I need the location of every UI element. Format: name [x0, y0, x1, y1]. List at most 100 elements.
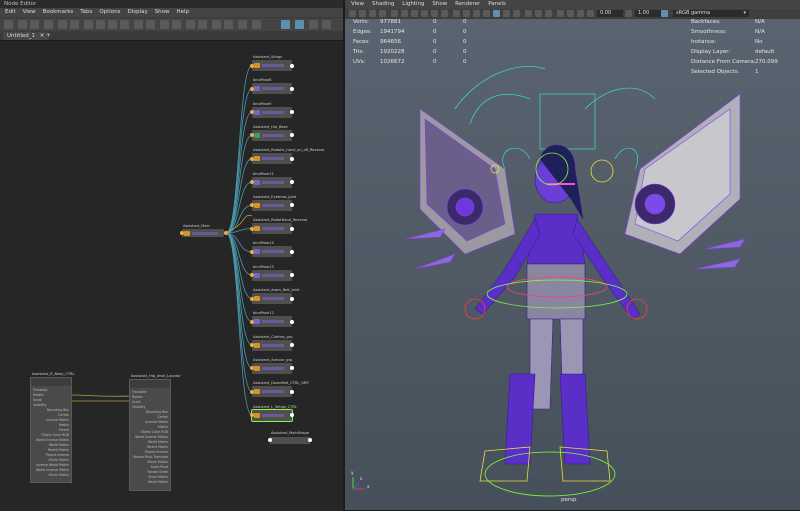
graph-node[interactable]: [252, 83, 292, 95]
image-plane-icon[interactable]: [379, 10, 386, 17]
input-port[interactable]: [250, 319, 254, 324]
menu-bookmarks[interactable]: Bookmarks: [43, 8, 74, 17]
pin-icon[interactable]: [212, 20, 221, 29]
simple-mode-icon[interactable]: [96, 20, 105, 29]
graph-node[interactable]: [252, 129, 292, 141]
select-camera-icon[interactable]: [349, 10, 356, 17]
field-chart-icon[interactable]: [431, 10, 438, 17]
safe-action-icon[interactable]: [441, 10, 448, 17]
lights-icon[interactable]: [503, 10, 510, 17]
menu-panels[interactable]: Panels: [488, 0, 506, 9]
gate-mask-icon[interactable]: [421, 10, 428, 17]
graph-node[interactable]: [251, 408, 293, 422]
menu-lighting[interactable]: Lighting: [402, 0, 424, 9]
full-mode-icon[interactable]: [120, 20, 129, 29]
input-port[interactable]: [250, 249, 254, 254]
shadows-icon[interactable]: [513, 10, 520, 17]
default-material-icon[interactable]: [473, 10, 480, 17]
graph-node[interactable]: [252, 60, 292, 71]
input-port[interactable]: [250, 86, 254, 91]
output-port[interactable]: [290, 226, 294, 231]
graph-node[interactable]: [252, 176, 292, 188]
swatch-icon[interactable]: [160, 20, 169, 29]
graph-node[interactable]: [252, 269, 292, 281]
search-icon[interactable]: [309, 20, 318, 29]
attribute-row[interactable]: Xform Matrix: [33, 473, 69, 478]
antialias-icon[interactable]: [535, 10, 542, 17]
graph-node[interactable]: [252, 106, 292, 118]
color-management-icon[interactable]: [661, 10, 668, 17]
attribute-filter-icon[interactable]: [172, 20, 181, 29]
output-port[interactable]: [290, 156, 294, 161]
graph-node[interactable]: [252, 339, 292, 351]
screenshot-icon[interactable]: [238, 20, 247, 29]
output-port[interactable]: [290, 249, 294, 254]
film-gate-icon[interactable]: [401, 10, 408, 17]
output-port[interactable]: [290, 389, 294, 394]
input-port[interactable]: [250, 226, 254, 231]
input-port[interactable]: [250, 296, 254, 301]
settings-icon[interactable]: [322, 20, 331, 29]
transform-node-expanded[interactable]: Translate Rotate Scale Visibility Bounding B…: [30, 377, 72, 483]
input-port[interactable]: [250, 389, 254, 394]
ambient-occlusion-icon[interactable]: [525, 10, 532, 17]
graph-node[interactable]: [252, 316, 292, 328]
menu-display[interactable]: Display: [127, 8, 147, 17]
input-port[interactable]: [250, 63, 254, 68]
menu-tabs[interactable]: Tabs: [80, 8, 92, 17]
grid-icon[interactable]: [391, 10, 398, 17]
output-port[interactable]: [290, 319, 294, 324]
shape-node[interactable]: [270, 437, 310, 444]
graph-node[interactable]: [252, 246, 292, 258]
depth-of-field-icon[interactable]: [545, 10, 552, 17]
node-graph-canvas[interactable]: Assistant_Main Assistant_Wings bindPose8 b…: [0, 40, 343, 511]
attribute-row[interactable]: World Matrix: [132, 480, 168, 485]
input-port[interactable]: [180, 231, 184, 235]
bookmark-icon[interactable]: [252, 20, 261, 29]
graph-node[interactable]: [252, 293, 292, 304]
graph-input-output-icon[interactable]: [4, 20, 13, 29]
input-port[interactable]: [250, 413, 254, 417]
menu-view[interactable]: View: [351, 0, 364, 9]
color-space-dropdown[interactable]: sRGB gamma ▾: [673, 10, 749, 17]
camera-attributes-icon[interactable]: [359, 10, 366, 17]
close-icon[interactable]: ✕: [40, 33, 45, 39]
textured-icon[interactable]: [493, 10, 500, 17]
graph-node[interactable]: [252, 223, 292, 235]
menu-show[interactable]: Show: [155, 8, 170, 17]
output-port[interactable]: [290, 86, 294, 91]
graph-input-icon[interactable]: [18, 20, 27, 29]
grid-icon[interactable]: [134, 20, 143, 29]
exposure-field[interactable]: 0.00: [597, 10, 623, 17]
graph-node[interactable]: [252, 386, 292, 398]
input-port[interactable]: [250, 180, 254, 184]
isolate-select-icon[interactable]: [557, 10, 564, 17]
output-port[interactable]: [290, 180, 294, 184]
graph-node[interactable]: [252, 153, 292, 165]
frame-all-icon[interactable]: [186, 20, 195, 29]
menu-help[interactable]: Help: [176, 8, 189, 17]
remove-selected-icon[interactable]: [70, 20, 79, 29]
output-port[interactable]: [290, 413, 294, 417]
add-selected-icon[interactable]: [58, 20, 67, 29]
input-port[interactable]: [268, 438, 272, 442]
output-port[interactable]: [290, 296, 294, 301]
locator-node-expanded[interactable]: Translate Rotate Scale Visibility Bounding B…: [129, 379, 171, 491]
hub-node[interactable]: [182, 229, 224, 237]
snap-icon[interactable]: [146, 20, 155, 29]
graph-node[interactable]: [252, 362, 292, 374]
menu-show[interactable]: Show: [432, 0, 447, 9]
lock-icon[interactable]: [224, 20, 233, 29]
menu-options[interactable]: Options: [99, 8, 120, 17]
wireframe-icon[interactable]: [453, 10, 460, 17]
graph-node[interactable]: [252, 199, 292, 211]
node-filter-icon[interactable]: [295, 20, 304, 29]
frame-selected-icon[interactable]: [198, 20, 207, 29]
output-port[interactable]: [224, 231, 228, 235]
add-tab-icon[interactable]: +: [46, 31, 51, 40]
menu-shading[interactable]: Shading: [372, 0, 394, 9]
layout-icon[interactable]: [84, 20, 93, 29]
xray-icon[interactable]: [567, 10, 574, 17]
3d-viewport[interactable]: x y z Verts: 977881 0 0 Edges: 1941794 0 0 Faces…: [345, 19, 800, 510]
select-mode-icon[interactable]: [281, 20, 290, 29]
